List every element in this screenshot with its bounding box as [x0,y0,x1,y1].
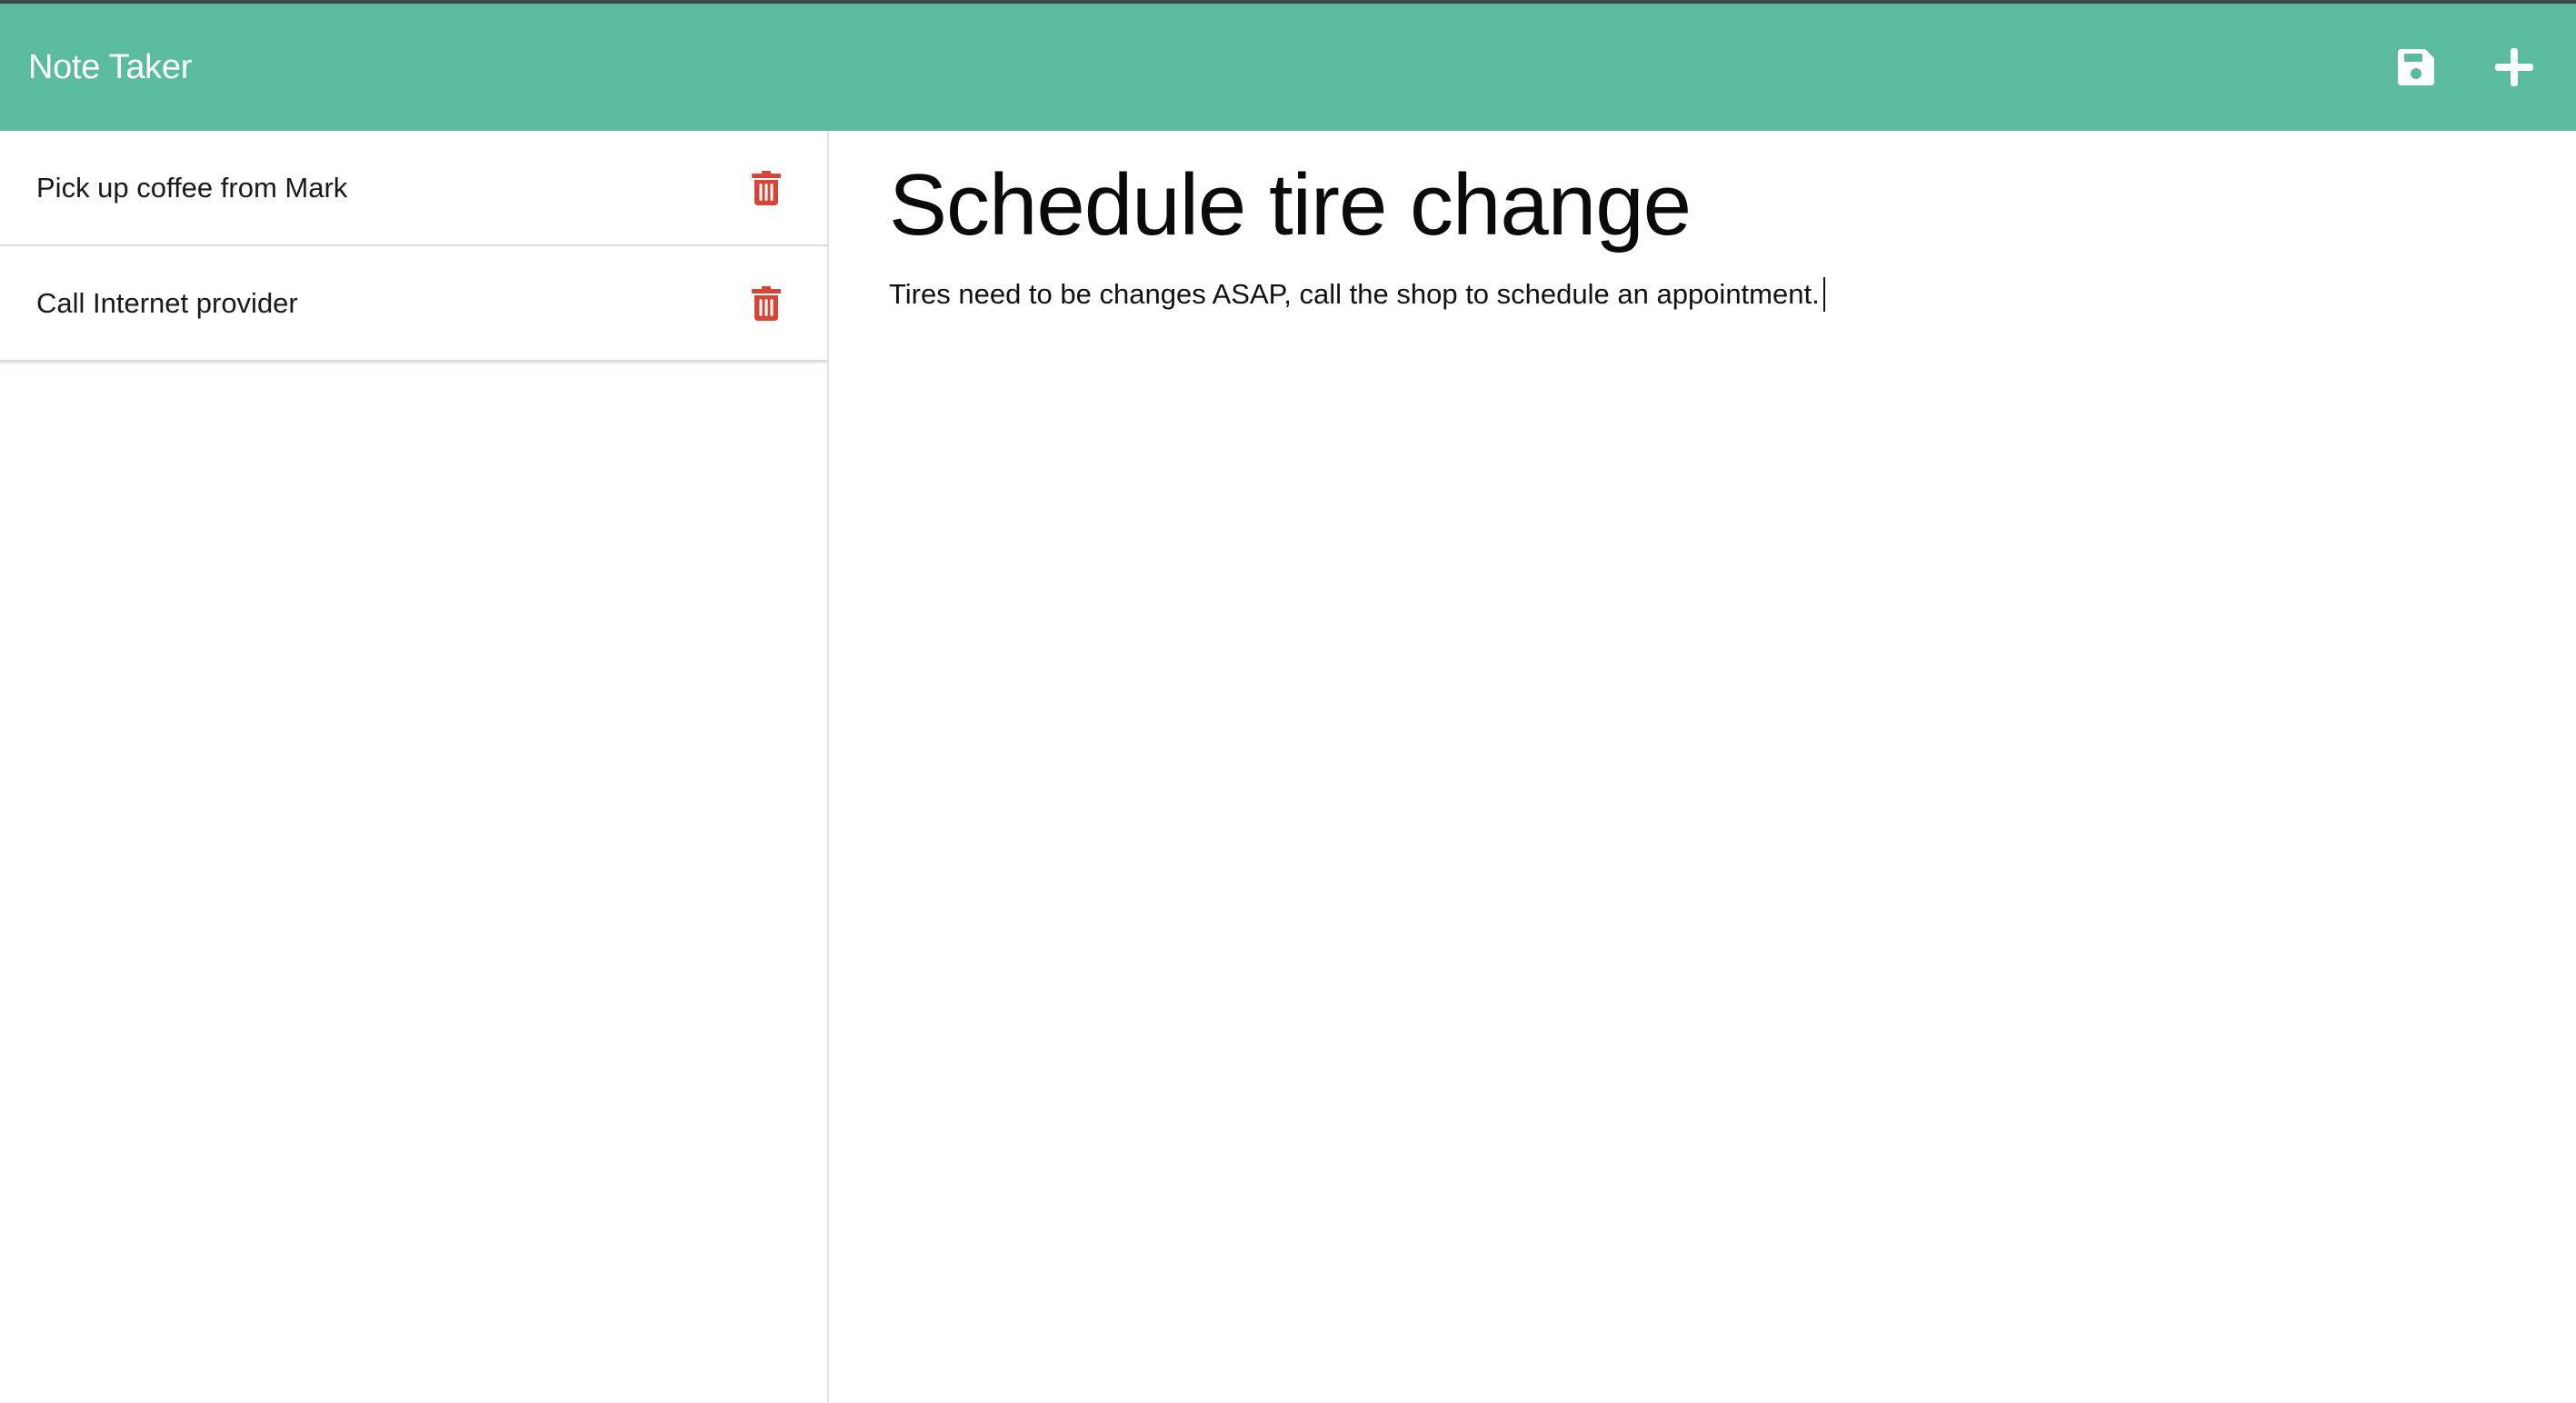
text-cursor [1822,277,1825,312]
list-item[interactable]: Call Internet provider [0,246,827,362]
list-bottom-shadow [0,362,827,364]
note-textarea[interactable]: Tires need to be changes ASAP, call the … [889,276,2576,313]
trash-icon [752,170,781,205]
list-item[interactable]: Pick up coffee from Mark [0,131,827,246]
navbar: Note Taker [0,4,2576,131]
note-taker-app: Note Taker Pick up coffee from Mark Call… [0,0,2576,1403]
app-title[interactable]: Note Taker [28,48,192,87]
new-note-button[interactable] [2480,33,2549,102]
trash-icon [752,285,781,321]
note-title-input[interactable] [889,151,2434,260]
floppy-disk-icon [2398,49,2434,85]
note-body-text: Tires need to be changes ASAP, call the … [889,278,1820,310]
toolbar [2381,4,2549,131]
note-list-sidebar: Pick up coffee from Mark Call Internet p… [0,131,829,1403]
plus-icon [2495,48,2533,86]
note-editor: Tires need to be changes ASAP, call the … [831,131,2576,1403]
delete-note-button[interactable] [747,284,785,323]
note-list-title: Pick up coffee from Mark [36,171,348,204]
note-list-title: Call Internet provider [36,286,298,319]
save-note-button[interactable] [2381,33,2451,102]
delete-note-button[interactable] [747,169,785,207]
